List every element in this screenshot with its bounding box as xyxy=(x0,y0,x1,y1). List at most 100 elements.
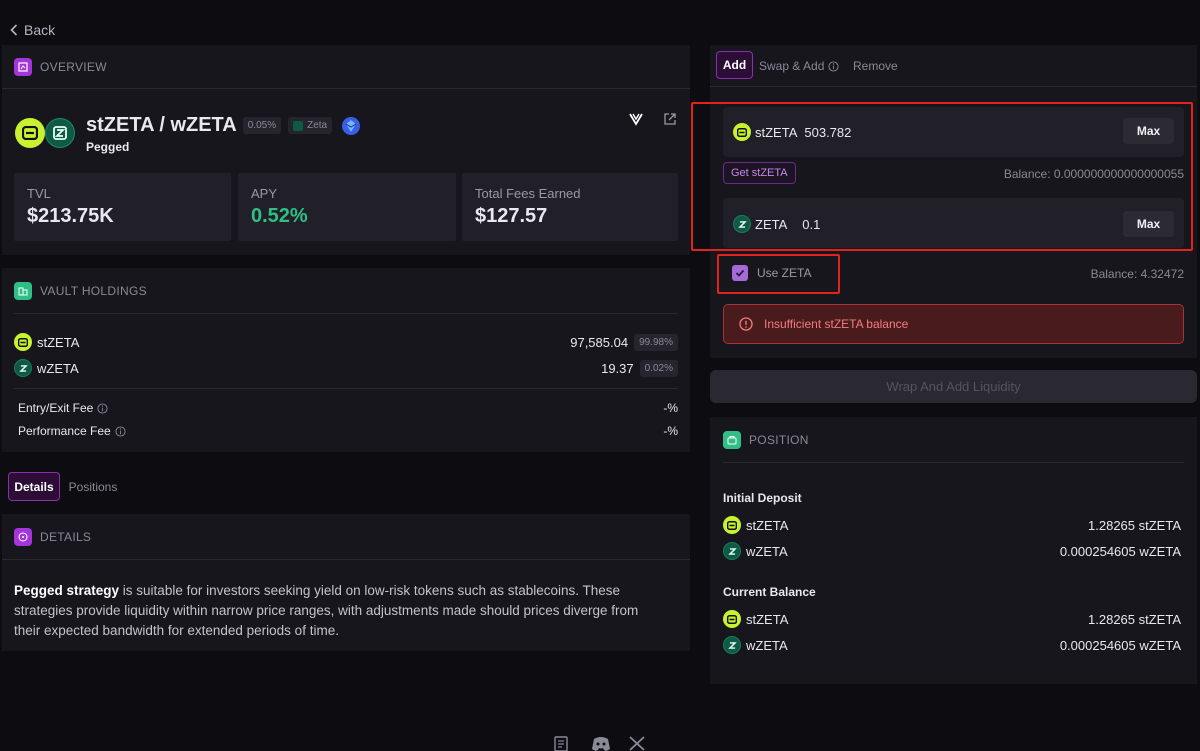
chain-badge: Zeta xyxy=(288,117,333,134)
highlight-box-use-zeta xyxy=(717,254,840,294)
initial-deposit-title: Initial Deposit xyxy=(723,491,802,505)
fee-value: -% xyxy=(663,401,678,415)
position-token: wZETA xyxy=(746,543,788,559)
position-value: 0.000254605 wZETA xyxy=(1059,637,1181,653)
fee-label: Entry/Exit Fee xyxy=(18,401,94,415)
initial-row-stzeta: stZETA 1.28265 stZETA xyxy=(723,516,1181,534)
wzeta-token-icon xyxy=(723,636,741,654)
info-icon[interactable] xyxy=(97,402,108,414)
highlight-box-inputs xyxy=(691,102,1193,251)
position-header: POSITION xyxy=(723,431,809,449)
overview-header: OVERVIEW xyxy=(14,58,107,76)
info-circle-icon xyxy=(14,528,32,546)
vault-title: VAULT HOLDINGS xyxy=(40,284,147,298)
position-token: stZETA xyxy=(746,611,789,627)
stzeta-token-icon xyxy=(15,118,45,148)
token2-balance: Balance: 4.32472 xyxy=(1090,267,1184,281)
position-token: wZETA xyxy=(746,637,788,653)
position-value: 0.000254605 wZETA xyxy=(1059,543,1181,559)
chart-icon xyxy=(14,58,32,76)
holding-row-wzeta: wZETA 19.37 0.02% xyxy=(14,359,678,377)
holdings-icon xyxy=(14,282,32,300)
info-icon xyxy=(828,60,839,72)
external-link-icon[interactable] xyxy=(663,112,677,131)
wzeta-token-icon xyxy=(723,542,741,560)
position-title: POSITION xyxy=(749,433,809,447)
details-line1: is suitable for investors seeking yield … xyxy=(119,583,621,598)
stat-fees-value: $127.57 xyxy=(475,205,548,227)
tab-positions[interactable]: Positions xyxy=(66,472,120,501)
tab-details[interactable]: Details xyxy=(8,472,60,501)
details-line2: strategies provide liquidity within narr… xyxy=(14,603,639,618)
pair-name: stZETA / wZETA xyxy=(86,114,237,136)
stat-apy-value: 0.52% xyxy=(251,205,308,227)
position-value: 1.28265 stZETA xyxy=(1088,611,1181,627)
position-panel: POSITION Initial Deposit stZETA 1.28265 … xyxy=(710,417,1197,684)
x-twitter-icon[interactable] xyxy=(629,736,645,751)
overview-panel: OVERVIEW stZETA / wZETA 0.05% Zeta Pegge… xyxy=(2,45,690,255)
position-token: stZETA xyxy=(746,517,789,533)
details-header: DETAILS xyxy=(14,528,91,546)
wrap-and-add-liquidity-button[interactable]: Wrap And Add Liquidity xyxy=(710,370,1197,403)
fee-row-entry-exit: Entry/Exit Fee -% xyxy=(18,401,678,415)
wzeta-token-icon xyxy=(45,118,75,148)
current-balance-title: Current Balance xyxy=(723,585,816,599)
wallet-icon xyxy=(723,431,741,449)
position-value: 1.28265 stZETA xyxy=(1088,517,1181,533)
stat-tvl: TVL $213.75K xyxy=(14,173,231,241)
holding-amount: 19.37 xyxy=(601,360,634,376)
strategy-label: Pegged xyxy=(86,140,130,154)
stat-fees: Total Fees Earned $127.57 xyxy=(462,173,678,241)
stat-apy: APY 0.52% xyxy=(238,173,456,241)
details-bold-lead: Pegged strategy xyxy=(14,583,120,598)
back-label: Back xyxy=(24,22,56,38)
vault-header: VAULT HOLDINGS xyxy=(14,282,147,300)
chevron-left-icon xyxy=(10,24,18,36)
pair-icons xyxy=(15,118,75,150)
alert-circle-icon xyxy=(739,317,753,331)
details-body: Pegged strategy is suitable for investor… xyxy=(14,581,678,641)
discord-icon[interactable] xyxy=(591,736,611,751)
fee-row-performance: Performance Fee -% xyxy=(18,424,678,438)
vault-brand-icon[interactable] xyxy=(629,112,643,131)
docs-icon[interactable] xyxy=(553,736,569,751)
current-row-wzeta: wZETA 0.000254605 wZETA xyxy=(723,636,1181,654)
tab-swap-add-label: Swap & Add xyxy=(759,59,825,73)
zeta-chain-icon xyxy=(293,120,304,131)
stat-tvl-value: $213.75K xyxy=(27,205,114,227)
holding-pct: 99.98% xyxy=(634,333,678,351)
stat-tvl-label: TVL xyxy=(27,186,51,201)
overview-title: OVERVIEW xyxy=(40,60,107,74)
footer-social-links xyxy=(553,736,645,751)
stzeta-token-icon xyxy=(723,516,741,534)
pair-title-row: stZETA / wZETA 0.05% Zeta xyxy=(86,114,361,137)
holding-amount: 97,585.04 xyxy=(570,334,629,350)
info-icon[interactable] xyxy=(115,425,126,437)
stat-apy-label: APY xyxy=(251,186,278,201)
details-line3: their expected bandwidth for extended pe… xyxy=(14,623,339,638)
fee-label: Performance Fee xyxy=(18,424,111,438)
fee-tier-badge: 0.05% xyxy=(242,117,282,134)
stzeta-token-icon xyxy=(14,333,32,351)
fee-value: -% xyxy=(663,424,678,438)
holding-row-stzeta: stZETA 97,585.04 99.98% xyxy=(14,333,678,351)
stat-fees-label: Total Fees Earned xyxy=(475,186,581,201)
current-row-stzeta: stZETA 1.28265 stZETA xyxy=(723,610,1181,628)
chain-badge-label: Zeta xyxy=(307,120,328,131)
details-title: DETAILS xyxy=(40,530,92,544)
tab-remove[interactable]: Remove xyxy=(853,59,898,73)
holding-token: stZETA xyxy=(37,334,80,350)
back-link[interactable]: Back xyxy=(10,22,55,38)
holding-pct: 0.02% xyxy=(639,359,678,377)
details-panel: DETAILS Pegged strategy is suitable for … xyxy=(2,514,690,651)
protocol-logo-icon xyxy=(341,116,361,136)
stzeta-token-icon xyxy=(723,610,741,628)
vault-holdings-panel: VAULT HOLDINGS stZETA 97,585.04 99.98% w… xyxy=(2,268,690,452)
tab-add[interactable]: Add xyxy=(716,51,753,79)
wzeta-token-icon xyxy=(14,359,32,377)
error-alert: Insufficient stZETA balance xyxy=(723,304,1184,344)
tab-swap-add[interactable]: Swap & Add xyxy=(759,59,839,73)
initial-row-wzeta: wZETA 0.000254605 wZETA xyxy=(723,542,1181,560)
error-message: Insufficient stZETA balance xyxy=(764,317,909,331)
holding-token: wZETA xyxy=(37,360,79,376)
